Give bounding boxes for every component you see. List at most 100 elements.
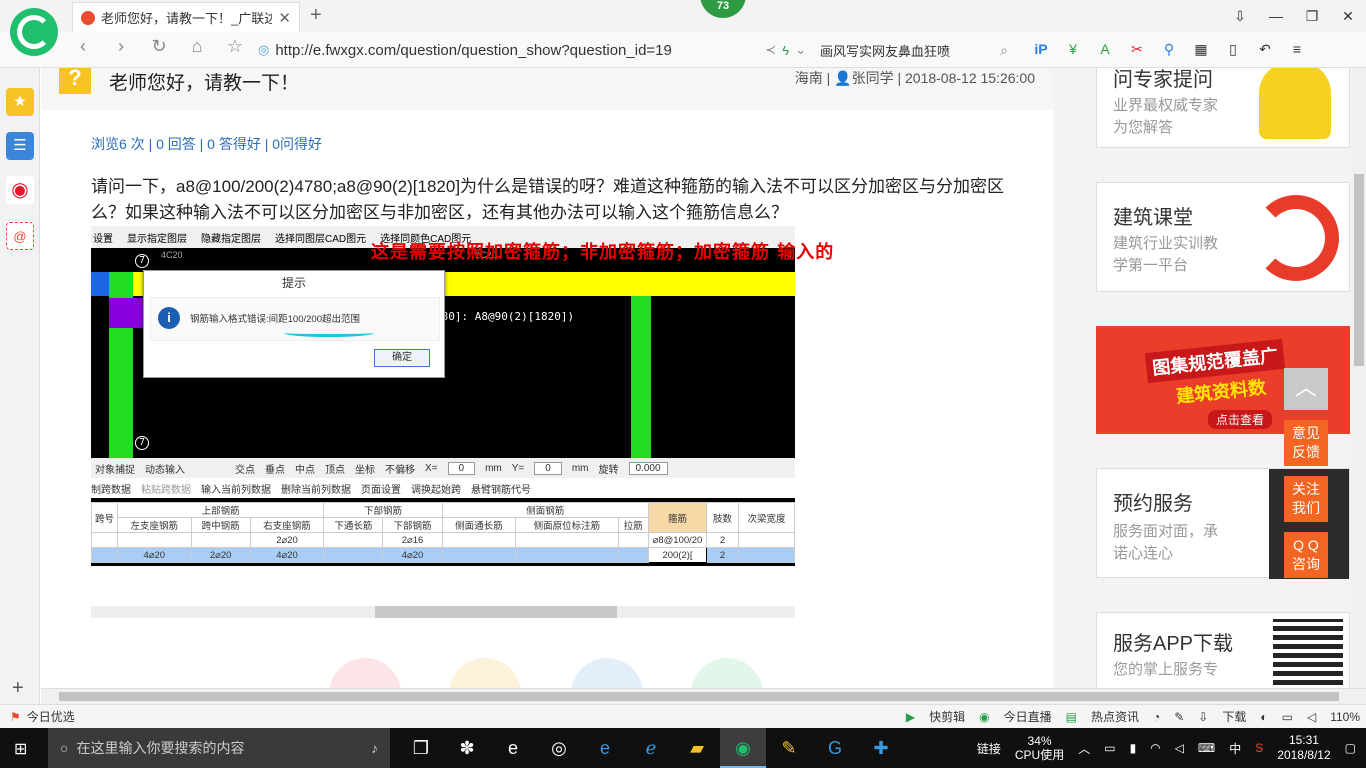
gift-icon: ⚑	[10, 709, 21, 724]
browser-tab[interactable]: 老师您好，请教一下！_广联达服 ✕	[72, 2, 300, 32]
qq-consult-button[interactable]: Q Q 咨询	[1284, 532, 1328, 578]
phone-icon[interactable]: ▯	[1222, 38, 1244, 60]
shield-yen-icon[interactable]: ¥	[1062, 38, 1084, 60]
menu-icon[interactable]: ≡	[1286, 38, 1308, 60]
favorites-icon[interactable]: ★	[6, 88, 34, 116]
attached-screenshot[interactable]: 设置 显示指定图层 隐藏指定图层 选择同图层CAD图元 选择同颜色CAD图元 4…	[91, 226, 795, 566]
mail-icon[interactable]: @	[6, 222, 34, 250]
image-scrollbar[interactable]	[91, 606, 795, 618]
search-box[interactable]: 画风写实网友鼻血狂喷 ⌕	[812, 37, 1008, 63]
today-picks-link[interactable]: 今日优选	[27, 708, 75, 725]
add-sidebar-button[interactable]: +	[12, 677, 24, 700]
ie-icon[interactable]: ℯ	[628, 728, 674, 768]
extension-ip-icon[interactable]: iP	[1030, 38, 1052, 60]
skin-icon[interactable]: ⇩	[1222, 0, 1258, 32]
feedback-button[interactable]: 意见 反馈	[1284, 420, 1328, 466]
app-download-card[interactable]: 服务APP下载 您的掌上服务专	[1096, 612, 1350, 688]
search-input[interactable]: 画风写实网友鼻血狂喷	[820, 41, 1000, 60]
clock[interactable]: 15:31 2018/8/12	[1277, 733, 1330, 763]
table-header: 肢数	[706, 502, 739, 533]
reading-list-icon[interactable]: ☰	[6, 132, 34, 160]
status-item[interactable]: 快剪辑	[929, 708, 965, 725]
file-explorer-icon[interactable]: ▰	[674, 728, 720, 768]
question-title: 老师您好，请教一下！	[109, 73, 300, 94]
up-button[interactable]	[691, 658, 763, 688]
page-vertical-scrollbar[interactable]	[1352, 68, 1366, 688]
app-icon[interactable]: ✽	[444, 728, 490, 768]
lightning-icon[interactable]: ϟ	[782, 43, 789, 58]
microphone-icon[interactable]: ♪	[371, 740, 378, 756]
translate-icon[interactable]: A	[1094, 38, 1116, 60]
windows-start-icon[interactable]: ⊞	[14, 739, 27, 759]
building-class-card[interactable]: 建筑课堂 建筑行业实训教 学第一平台	[1096, 182, 1350, 292]
volume-icon[interactable]: ◁	[1307, 710, 1316, 724]
scrollbar-thumb[interactable]	[1354, 174, 1364, 366]
follow-us-button[interactable]: 关注 我们	[1284, 476, 1328, 522]
scissors-icon[interactable]: ✂	[1126, 38, 1148, 60]
close-window-button[interactable]: ✕	[1330, 0, 1366, 32]
rebar-table: 跨号 上部钢筋 下部钢筋 侧面钢筋 箍筋 肢数 次梁宽度 左支座钢筋 跨中钢筋 …	[91, 502, 795, 563]
like-button[interactable]	[329, 658, 401, 688]
scrollbar-thumb[interactable]	[375, 606, 617, 618]
app-icon[interactable]: G	[812, 728, 858, 768]
dialog-title: 提示	[281, 276, 306, 290]
close-tab-icon[interactable]: ✕	[278, 9, 291, 27]
battery-icon[interactable]: ▮	[1130, 741, 1137, 755]
volume-icon[interactable]: ◁	[1175, 741, 1184, 755]
notification-icon[interactable]: ▢	[1345, 741, 1356, 755]
ask-expert-card[interactable]: 问专家提问 业界最权威专家 为您解答	[1096, 68, 1350, 148]
back-icon[interactable]: ‹	[72, 36, 94, 57]
question-stats[interactable]: 浏览6 次 | 0 回答 | 0 答得好 | 0问得好	[91, 134, 322, 154]
window-icon[interactable]: ▭	[1282, 710, 1293, 724]
sogou-icon[interactable]: S	[1255, 741, 1263, 755]
search-icon[interactable]: ⌕	[1000, 42, 1008, 59]
notification-badge[interactable]: 73	[700, 0, 746, 18]
share-icon[interactable]: ≺	[765, 42, 776, 58]
scrollbar-thumb[interactable]	[59, 692, 1339, 701]
maximize-button[interactable]: ❐	[1294, 0, 1330, 32]
ie-like-icon[interactable]: e	[490, 728, 536, 768]
wifi-icon[interactable]: ◠	[1150, 741, 1160, 755]
minimize-button[interactable]: —	[1258, 0, 1294, 32]
taskbar-search[interactable]: ○ 在这里输入你要搜索的内容 ♪	[48, 728, 390, 768]
speed-icon[interactable]: ◔	[1153, 710, 1160, 724]
new-tab-button[interactable]: +	[310, 4, 322, 27]
address-bar[interactable]: ◎ http://e.fwxgx.com/question/question_s…	[258, 37, 806, 63]
refresh-icon[interactable]: ↻	[148, 36, 170, 57]
app-icon[interactable]: ◎	[536, 728, 582, 768]
home-icon[interactable]: ⌂	[186, 36, 208, 57]
status-item[interactable]: 热点资讯	[1091, 708, 1139, 725]
links-toolbar[interactable]: 链接	[977, 740, 1001, 757]
repair-icon[interactable]: ✎	[1174, 710, 1184, 724]
cleanup-icon[interactable]: ◐	[1260, 710, 1267, 724]
clock-time: 15:31	[1288, 733, 1319, 747]
magnifier-icon[interactable]: ⚲	[1158, 38, 1180, 60]
undo-icon[interactable]: ↶	[1254, 38, 1276, 60]
ime-indicator[interactable]: 中	[1229, 740, 1241, 757]
browser-taskbar-icon[interactable]: ◉	[720, 728, 766, 768]
back-to-top-button[interactable]: ︿	[1284, 368, 1328, 410]
weibo-icon[interactable]: ◉	[6, 176, 34, 204]
chevron-up-icon[interactable]: ︿	[1078, 740, 1090, 757]
app-icon[interactable]: ✚	[858, 728, 904, 768]
page-horizontal-scrollbar[interactable]	[41, 688, 1366, 704]
star-button[interactable]	[449, 658, 521, 688]
cpu-usage[interactable]: 34% CPU使用	[1015, 734, 1064, 762]
bookmark-star-icon[interactable]: ☆	[224, 36, 246, 57]
url-text[interactable]: http://e.fwxgx.com/question/question_sho…	[275, 42, 759, 59]
status-item[interactable]: 下载	[1222, 708, 1246, 725]
status-item[interactable]: 今日直播	[1004, 708, 1052, 725]
share-button[interactable]	[571, 658, 643, 688]
zoom-level[interactable]: 110%	[1330, 710, 1360, 724]
notes-icon[interactable]: ✎	[766, 728, 812, 768]
chevron-down-icon[interactable]: ⌄	[795, 42, 806, 58]
tray-app-icon[interactable]: ▭	[1104, 741, 1115, 755]
keyboard-icon[interactable]: ⌨	[1198, 741, 1215, 755]
task-view-icon[interactable]: ❐	[398, 728, 444, 768]
edge-icon[interactable]: e	[582, 728, 628, 768]
banner-button[interactable]: 点击查看	[1208, 410, 1273, 429]
table-cell-editing: 200(2)[	[648, 547, 707, 563]
browser-logo-icon[interactable]	[10, 8, 58, 56]
apps-grid-icon[interactable]: ▦	[1190, 38, 1212, 60]
forward-icon[interactable]: ›	[110, 36, 132, 57]
